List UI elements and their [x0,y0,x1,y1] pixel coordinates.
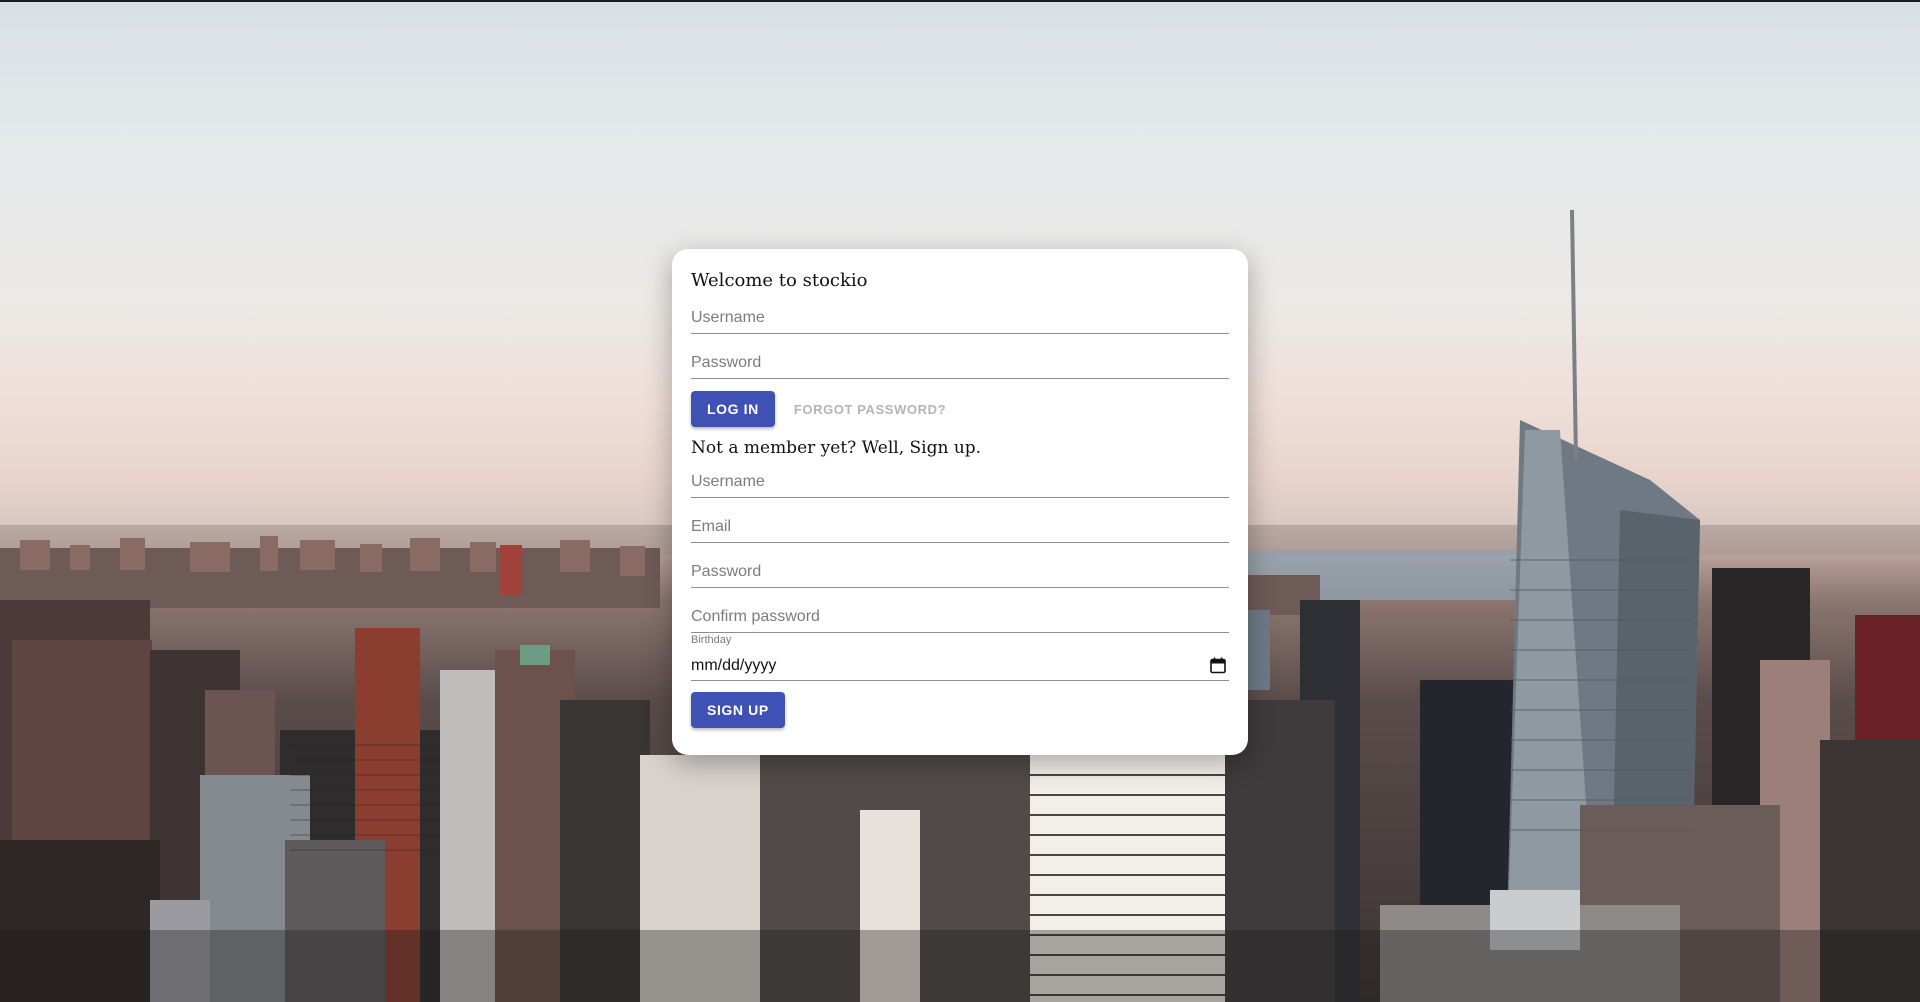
signup-email-placeholder: Email [691,518,732,535]
login-password-field[interactable]: Password [691,334,1229,379]
login-username-placeholder: Username [691,309,765,326]
birthday-value: mm/dd/yyyy [691,657,777,674]
signup-password-field[interactable]: Password [691,543,1229,588]
login-actions: LOG IN FORGOT PASSWORD? [691,391,1229,427]
signup-confirm-password-field[interactable]: Confirm password [691,588,1229,633]
signup-confirm-password-placeholder: Confirm password [691,608,820,625]
signup-username-placeholder: Username [691,473,765,490]
login-password-placeholder: Password [691,354,762,371]
signup-email-field[interactable]: Email [691,498,1229,543]
forgot-password-button[interactable]: FORGOT PASSWORD? [794,402,946,417]
login-button[interactable]: LOG IN [691,391,775,427]
birthday-label: Birthday [691,634,732,646]
login-username-field[interactable]: Username [691,295,1229,334]
signup-title: Not a member yet? Well, Sign up. [691,438,982,458]
birthday-field[interactable]: Birthday mm/dd/yyyy [691,633,1229,681]
auth-card: Welcome to stockio Username Password LOG… [672,249,1248,755]
signup-username-field[interactable]: Username [691,461,1229,498]
calendar-icon[interactable] [1209,656,1227,674]
login-title: Welcome to stockio [691,270,868,291]
signup-button[interactable]: SIGN UP [691,692,785,728]
signup-password-placeholder: Password [691,563,762,580]
